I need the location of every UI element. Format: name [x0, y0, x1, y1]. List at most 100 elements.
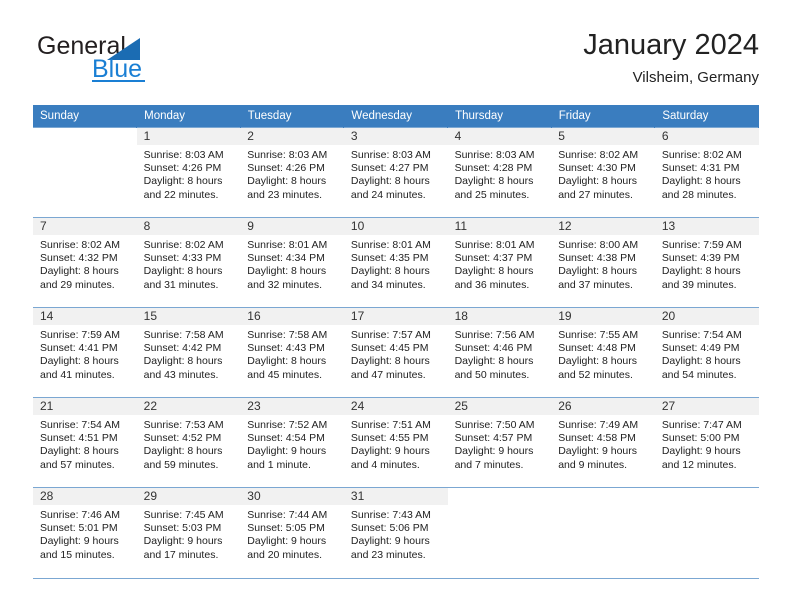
daylight-text-line2: and 47 minutes. — [350, 368, 426, 381]
calendar-day-cell[interactable]: 21 Sunrise: 7:54 AM Sunset: 4:51 PM Dayligh… — [33, 397, 137, 488]
sunrise-text: Sunrise: 7:45 AM — [143, 509, 224, 521]
calendar-day-cell[interactable]: 3 Sunrise: 8:03 AM Sunset: 4:27 PM Daylight… — [343, 127, 448, 218]
calendar-day-cell[interactable]: 10 Sunrise: 8:01 AM Sunset: 4:35 PM Dayligh… — [343, 217, 448, 308]
sunset-text: Sunset: 5:03 PM — [143, 522, 222, 535]
page-subtitle: Vilsheim, Germany — [632, 69, 759, 86]
day-details: Sunrise: 8:03 AM Sunset: 4:28 PM Daylight:… — [448, 145, 552, 202]
sunrise-text: Sunrise: 7:58 AM — [247, 329, 328, 341]
day-number: 5 — [551, 128, 655, 145]
weekday-header-monday: Monday — [136, 105, 241, 128]
calendar-week-row: 28 Sunrise: 7:46 AM Sunset: 5:01 PM Dayligh… — [33, 487, 759, 578]
calendar-day-cell[interactable]: 23 Sunrise: 7:52 AM Sunset: 4:54 PM Dayligh… — [240, 397, 344, 488]
calendar-day-cell[interactable]: 26 Sunrise: 7:49 AM Sunset: 4:58 PM Dayligh… — [551, 397, 655, 488]
calendar-day-cell[interactable]: 30 Sunrise: 7:44 AM Sunset: 5:05 PM Dayligh… — [240, 487, 344, 578]
daylight-text-line2: and 34 minutes. — [350, 278, 426, 291]
daylight-text-line1: Daylight: 8 hours — [454, 265, 534, 278]
daylight-text-line1: Daylight: 8 hours — [661, 355, 741, 368]
sunset-text: Sunset: 4:30 PM — [558, 162, 636, 175]
day-number: 8 — [136, 218, 241, 235]
calendar-day-cell[interactable]: 27 Sunrise: 7:47 AM Sunset: 5:00 PM Dayligh… — [654, 397, 759, 488]
day-details: Sunrise: 7:57 AM Sunset: 4:45 PM Daylight:… — [344, 325, 448, 382]
calendar-day-cell[interactable]: 6 Sunrise: 8:02 AM Sunset: 4:31 PM Daylight… — [654, 127, 759, 218]
calendar-day-cell[interactable]: 12 Sunrise: 8:00 AM Sunset: 4:38 PM Dayligh… — [551, 217, 655, 308]
daylight-text-line1: Daylight: 9 hours — [143, 535, 223, 548]
sunrise-text: Sunrise: 7:43 AM — [350, 509, 431, 521]
calendar-day-cell[interactable]: 1 Sunrise: 8:03 AM Sunset: 4:26 PM Daylight… — [136, 127, 241, 218]
day-details: Sunrise: 8:01 AM Sunset: 4:34 PM Daylight:… — [240, 235, 344, 292]
day-number: 19 — [551, 308, 655, 325]
calendar-cell-empty — [447, 487, 552, 578]
calendar-cell-empty — [654, 487, 759, 578]
calendar-day-cell[interactable]: 11 Sunrise: 8:01 AM Sunset: 4:37 PM Dayligh… — [447, 217, 552, 308]
day-details: Sunrise: 7:46 AM Sunset: 5:01 PM Daylight:… — [33, 505, 137, 562]
daylight-text-line1: Daylight: 8 hours — [558, 265, 637, 278]
calendar-day-cell[interactable]: 2 Sunrise: 8:03 AM Sunset: 4:26 PM Daylight… — [240, 127, 344, 218]
day-details: Sunrise: 8:03 AM Sunset: 4:27 PM Daylight:… — [344, 145, 448, 202]
daylight-text-line2: and 54 minutes. — [661, 368, 737, 381]
calendar-page: General Blue January 2024 Vilsheim, Germ… — [0, 0, 792, 612]
sunset-text: Sunset: 4:55 PM — [350, 432, 429, 445]
calendar-day-cell[interactable]: 13 Sunrise: 7:59 AM Sunset: 4:39 PM Dayligh… — [654, 217, 759, 308]
calendar-day-cell[interactable]: 15 Sunrise: 7:58 AM Sunset: 4:42 PM Dayligh… — [136, 307, 241, 398]
calendar-day-cell[interactable]: 20 Sunrise: 7:54 AM Sunset: 4:49 PM Dayligh… — [654, 307, 759, 398]
calendar-day-cell[interactable]: 24 Sunrise: 7:51 AM Sunset: 4:55 PM Dayligh… — [343, 397, 448, 488]
brand-underline — [92, 80, 145, 82]
calendar-cell-empty — [33, 127, 137, 218]
sunset-text: Sunset: 4:27 PM — [350, 162, 429, 175]
calendar-day-cell[interactable]: 19 Sunrise: 7:55 AM Sunset: 4:48 PM Dayligh… — [551, 307, 655, 398]
sunrise-text: Sunrise: 8:02 AM — [143, 239, 224, 251]
sunset-text: Sunset: 4:48 PM — [558, 342, 636, 355]
sunrise-text: Sunrise: 7:44 AM — [247, 509, 328, 521]
day-number: 16 — [240, 308, 344, 325]
calendar-day-cell[interactable]: 31 Sunrise: 7:43 AM Sunset: 5:06 PM Dayligh… — [343, 487, 448, 578]
calendar-day-cell[interactable]: 9 Sunrise: 8:01 AM Sunset: 4:34 PM Daylight… — [240, 217, 344, 308]
sunset-text: Sunset: 4:28 PM — [454, 162, 533, 175]
calendar-week-row: 14 Sunrise: 7:59 AM Sunset: 4:41 PM Dayligh… — [33, 307, 759, 398]
daylight-text-line1: Daylight: 8 hours — [247, 265, 327, 278]
sunrise-text: Sunrise: 7:52 AM — [247, 419, 328, 431]
daylight-text-line2: and 23 minutes. — [350, 548, 426, 561]
day-number: 3 — [343, 128, 448, 145]
day-number: 2 — [240, 128, 344, 145]
calendar-body: 1 Sunrise: 8:03 AM Sunset: 4:26 PM Daylight… — [33, 127, 759, 578]
calendar-day-cell[interactable]: 14 Sunrise: 7:59 AM Sunset: 4:41 PM Dayligh… — [33, 307, 137, 398]
daylight-text-line2: and 4 minutes. — [350, 458, 420, 471]
weekday-header-wednesday: Wednesday — [343, 105, 449, 128]
day-details: Sunrise: 7:43 AM Sunset: 5:06 PM Daylight:… — [344, 505, 448, 562]
calendar-day-cell[interactable]: 18 Sunrise: 7:56 AM Sunset: 4:46 PM Dayligh… — [447, 307, 552, 398]
calendar-day-cell[interactable]: 7 Sunrise: 8:02 AM Sunset: 4:32 PM Daylight… — [33, 217, 137, 308]
calendar-day-cell[interactable]: 17 Sunrise: 7:57 AM Sunset: 4:45 PM Dayligh… — [343, 307, 448, 398]
calendar-day-cell[interactable]: 4 Sunrise: 8:03 AM Sunset: 4:28 PM Daylight… — [447, 127, 552, 218]
calendar-day-cell[interactable]: 8 Sunrise: 8:02 AM Sunset: 4:33 PM Daylight… — [136, 217, 241, 308]
day-details: Sunrise: 7:58 AM Sunset: 4:42 PM Daylight:… — [137, 325, 241, 382]
day-number: 11 — [447, 218, 552, 235]
brand-logo[interactable]: General Blue — [33, 32, 233, 92]
calendar-day-cell[interactable]: 5 Sunrise: 8:02 AM Sunset: 4:30 PM Daylight… — [551, 127, 655, 218]
calendar-day-cell[interactable]: 16 Sunrise: 7:58 AM Sunset: 4:43 PM Dayligh… — [240, 307, 344, 398]
daylight-text-line1: Daylight: 8 hours — [558, 175, 637, 188]
day-details: Sunrise: 8:02 AM Sunset: 4:33 PM Daylight:… — [137, 235, 241, 292]
sunset-text: Sunset: 4:34 PM — [247, 252, 325, 265]
daylight-text-line1: Daylight: 9 hours — [558, 445, 637, 458]
day-number: 12 — [551, 218, 655, 235]
calendar-day-cell[interactable]: 29 Sunrise: 7:45 AM Sunset: 5:03 PM Dayligh… — [136, 487, 241, 578]
daylight-text-line2: and 25 minutes. — [454, 188, 530, 201]
calendar-day-cell[interactable]: 22 Sunrise: 7:53 AM Sunset: 4:52 PM Dayligh… — [136, 397, 241, 488]
day-details: Sunrise: 8:02 AM Sunset: 4:32 PM Daylight:… — [33, 235, 137, 292]
sunset-text: Sunset: 4:41 PM — [40, 342, 118, 355]
day-number — [551, 488, 655, 505]
day-details: Sunrise: 8:03 AM Sunset: 4:26 PM Daylight:… — [137, 145, 241, 202]
daylight-text-line2: and 27 minutes. — [558, 188, 633, 201]
calendar-day-cell[interactable]: 28 Sunrise: 7:46 AM Sunset: 5:01 PM Dayligh… — [33, 487, 137, 578]
day-number: 27 — [654, 398, 759, 415]
sunset-text: Sunset: 4:58 PM — [558, 432, 636, 445]
daylight-text-line2: and 1 minute. — [247, 458, 311, 471]
daylight-text-line1: Daylight: 9 hours — [454, 445, 534, 458]
day-number: 9 — [240, 218, 344, 235]
calendar-day-cell[interactable]: 25 Sunrise: 7:50 AM Sunset: 4:57 PM Dayligh… — [447, 397, 552, 488]
daylight-text-line1: Daylight: 9 hours — [247, 445, 327, 458]
daylight-text-line1: Daylight: 9 hours — [350, 535, 430, 548]
day-details: Sunrise: 7:54 AM Sunset: 4:49 PM Daylight:… — [655, 325, 759, 382]
page-title: January 2024 — [583, 29, 759, 61]
daylight-text-line1: Daylight: 8 hours — [350, 355, 430, 368]
